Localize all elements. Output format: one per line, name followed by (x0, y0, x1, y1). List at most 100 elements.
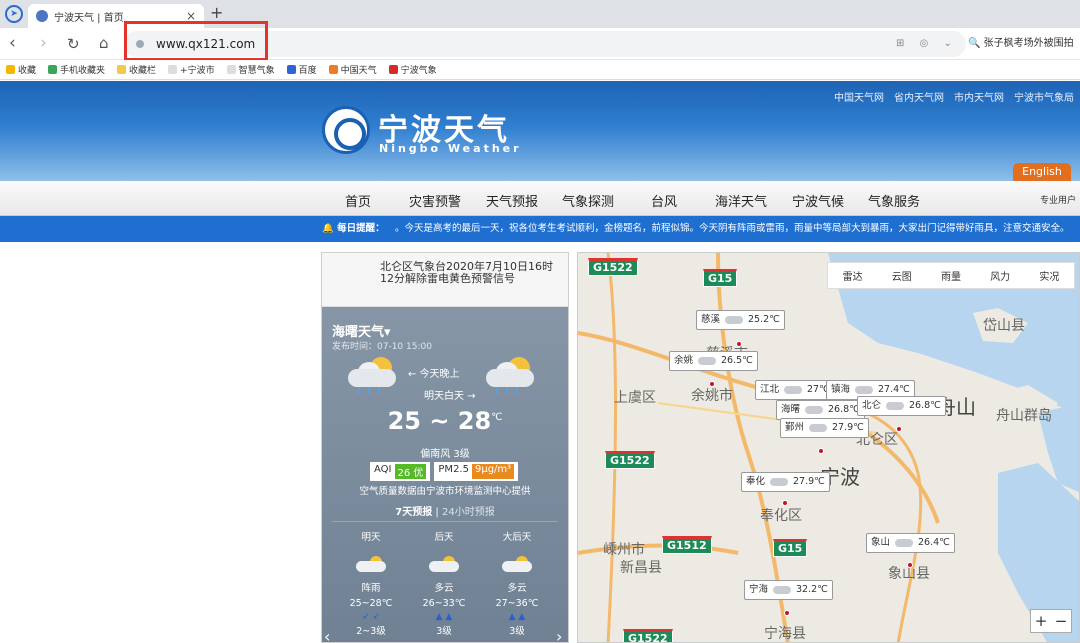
pm25-badge: PM2.5 9μg/m³ (434, 462, 519, 481)
nav-item-home[interactable]: 首页 (345, 191, 371, 210)
top-link[interactable]: 宁波市气象局 (1014, 89, 1074, 104)
road-shield: G1522 (588, 258, 638, 276)
place-label: 舟山群岛 (996, 408, 1052, 424)
forecast-day: 后天 多云 26~33℃ ▲ ▲ 3级 (409, 529, 479, 639)
station-marker[interactable] (907, 562, 913, 568)
search-box[interactable]: 🔍 张子枫考场外被围拍 (968, 31, 1080, 57)
place-label: 奉化区 (760, 508, 802, 524)
station-beilun[interactable]: 北仑 26.8℃ (857, 396, 946, 416)
place-label: 嵊州市 (603, 542, 645, 558)
station-marker[interactable] (896, 426, 902, 432)
map-tab-wind[interactable]: 风力 (990, 268, 1010, 283)
tomorrow-day-label: 明天白天 → (424, 391, 476, 402)
road-shield: G15 (703, 269, 738, 287)
cloud-icon (805, 406, 824, 414)
cloud-icon (770, 478, 789, 486)
station-haishu[interactable]: 海曙 26.8℃ (776, 400, 865, 420)
thunder-shower-icon (344, 357, 402, 394)
bookmark-item[interactable]: 手机收藏夹 (48, 63, 105, 76)
map-tab-live[interactable]: 实况 (1039, 268, 1059, 283)
browser-logo-icon[interactable]: ➤ (5, 5, 23, 23)
nav-item-ocean-weather[interactable]: 海洋天气 (715, 191, 767, 210)
pro-user-link[interactable]: 专业用户 (1040, 193, 1076, 206)
warning-notice[interactable]: 北仑区气象台2020年7月10日16时12分解除雷电黄色预警信号 (322, 253, 568, 307)
map-tab-rainfall[interactable]: 雨量 (941, 268, 961, 283)
station-yuyao[interactable]: 余姚 26.5℃ (669, 351, 758, 371)
tab-24h[interactable]: 24小时预报 (442, 507, 495, 518)
city-selector[interactable]: 海曙天气▾ (332, 321, 391, 340)
main-nav: 首页 灾害预警 天气预报 气象探测 台风 海洋天气 宁波气候 气象服务 专业用户 (0, 181, 1080, 216)
wind-info: 偏南风 3级 (420, 449, 470, 460)
station-marker[interactable] (782, 500, 788, 506)
bookmark-item[interactable]: 收藏栏 (117, 63, 156, 76)
zoom-out-button[interactable]: − (1055, 612, 1068, 630)
wind-direction-icon: ➶ ➶ (362, 612, 380, 622)
station-cixi[interactable]: 慈溪 25.2℃ (696, 310, 785, 330)
zoom-in-button[interactable]: + (1035, 612, 1048, 630)
site-logo-subtitle: Ningbo Weather (379, 142, 522, 155)
home-icon[interactable]: ⌂ (99, 34, 109, 52)
page-icon (168, 65, 178, 74)
prev-arrow-icon[interactable]: ‹ (324, 627, 330, 642)
aqi-source-note: 空气质量数据由宁波市环境监测中心提供 (359, 486, 531, 497)
phone-icon (48, 65, 58, 74)
place-label: 新昌县 (620, 560, 662, 576)
english-button[interactable]: English (1013, 163, 1071, 181)
bookmark-item[interactable]: 百度 (286, 63, 317, 76)
address-bar-tools-icon[interactable]: ⊞ ◎ ⌄ (896, 38, 958, 49)
station-yinzhou[interactable]: 鄞州 27.9℃ (780, 418, 869, 438)
station-fenghua[interactable]: 奉化 27.9℃ (741, 472, 830, 492)
bookmark-item[interactable]: 收藏 (6, 63, 36, 76)
cloudy-icon (500, 555, 534, 573)
station-marker[interactable] (784, 610, 790, 616)
next-arrow-icon[interactable]: › (556, 627, 562, 642)
cloud-icon (809, 424, 828, 432)
map-tab-radar[interactable]: 雷达 (843, 268, 863, 283)
nav-item-forecast[interactable]: 天气预报 (486, 191, 538, 210)
weather-map[interactable]: 雷达 云图 雨量 风力 实况 G1522 G15 G1522 G1512 G15… (577, 252, 1080, 643)
station-marker[interactable] (818, 448, 824, 454)
map-tab-cloud[interactable]: 云图 (892, 268, 912, 283)
station-marker[interactable] (709, 381, 715, 387)
nav-item-services[interactable]: 气象服务 (868, 191, 920, 210)
back-icon[interactable]: ‹ (9, 33, 16, 53)
cloud-icon (855, 386, 874, 394)
tab-7day[interactable]: 7天预报 (395, 507, 432, 518)
top-link[interactable]: 省内天气网 (894, 89, 944, 104)
place-label: 上虞区 (614, 390, 656, 406)
daily-tip-bar: 🔔 每日提醒： 。今天是高考的最后一天，祝各位考生考试顺利，金榜题名，前程似锦。… (0, 216, 1080, 242)
map-tabs: 雷达 云图 雨量 风力 实况 (827, 262, 1075, 289)
place-label: 余姚市 (691, 388, 733, 404)
station-jiangbei[interactable]: 江北 27℃ (755, 380, 835, 400)
place-label: 宁海县 (764, 626, 806, 642)
nav-item-disaster-warning[interactable]: 灾害预警 (409, 191, 461, 210)
weather-panel: 北仑区气象台2020年7月10日16时12分解除雷电黄色预警信号 海曙天气▾ 发… (321, 252, 569, 643)
current-weather: 海曙天气▾ 发布时间：07-10 15:00 ← 今天晚上 明天白天 → 25 … (322, 307, 568, 642)
cloud-icon (886, 402, 905, 410)
dropdown-icon: ▾ (384, 325, 391, 340)
bookmark-item[interactable]: 智慧气象 (226, 63, 275, 76)
top-link[interactable]: 中国天气网 (834, 89, 884, 104)
bookmark-item[interactable]: +宁波市 (168, 63, 215, 76)
nav-item-observation[interactable]: 气象探测 (562, 191, 614, 210)
aqi-badge: AQI 26 优 (370, 462, 431, 481)
station-marker[interactable] (736, 341, 742, 347)
weather-icon (328, 65, 338, 74)
divider (332, 521, 558, 522)
tonight-label: ← 今天晚上 (408, 369, 460, 380)
bookmark-item[interactable]: 宁波气象 (388, 63, 437, 76)
reload-icon[interactable]: ↻ (67, 35, 80, 53)
forward-icon[interactable]: › (40, 33, 47, 53)
bookmark-item[interactable]: 中国天气 (328, 63, 377, 76)
wind-direction-icon: ▲ ▲ (508, 612, 526, 622)
ningbo-weather-logo-icon[interactable] (322, 106, 370, 154)
nav-item-climate[interactable]: 宁波气候 (792, 191, 844, 210)
cloud-icon (895, 539, 914, 547)
nav-item-typhoon[interactable]: 台风 (651, 191, 677, 210)
station-xiangshan[interactable]: 象山 26.4℃ (866, 533, 955, 553)
station-ninghai[interactable]: 宁海 32.2℃ (744, 580, 833, 600)
daily-tip-text: 。今天是高考的最后一天，祝各位考生考试顺利，金榜题名，前程似锦。今天阴有阵雨或雷… (395, 223, 1070, 234)
new-tab-icon[interactable]: + (210, 3, 223, 22)
folder-icon (117, 65, 127, 74)
top-link[interactable]: 市内天气网 (954, 89, 1004, 104)
